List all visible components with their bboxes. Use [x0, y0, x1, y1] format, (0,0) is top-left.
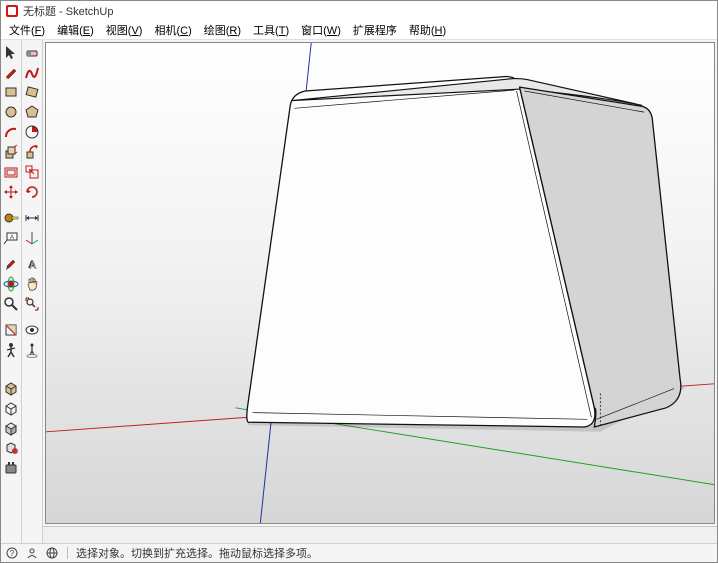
select-tool[interactable] — [2, 43, 20, 61]
extension-tool[interactable] — [2, 459, 20, 477]
menu-工具[interactable]: 工具(T) — [247, 21, 295, 39]
followme-tool[interactable] — [23, 143, 41, 161]
horizontal-scrollbar[interactable] — [43, 526, 717, 543]
position-tool[interactable] — [23, 341, 41, 359]
rotated-rect-tool[interactable] — [23, 83, 41, 101]
svg-text:?: ? — [10, 549, 15, 558]
svg-text:A: A — [10, 235, 14, 241]
status-divider — [67, 547, 68, 559]
text-tool[interactable]: A — [2, 229, 20, 247]
svg-text:A: A — [29, 260, 37, 272]
model-cube[interactable] — [247, 77, 681, 427]
axes-tool[interactable] — [23, 229, 41, 247]
menu-扩展程序[interactable]: 扩展程序 — [347, 21, 403, 39]
3dtext-tool[interactable]: AA — [23, 255, 41, 273]
eraser-tool[interactable] — [23, 43, 41, 61]
menu-文件[interactable]: 文件(F) — [3, 21, 51, 39]
menu-相机[interactable]: 相机(C) — [148, 21, 197, 39]
app-logo-icon — [5, 4, 19, 18]
help-icon[interactable]: ? — [5, 546, 19, 560]
iso-tool[interactable] — [2, 419, 20, 437]
section-tool[interactable] — [2, 321, 20, 339]
toolbar-left-1: A — [1, 40, 22, 543]
menu-视图[interactable]: 视图(V) — [100, 21, 149, 39]
circle-tool[interactable] — [2, 103, 20, 121]
status-bar: ? 选择对象。切换到扩充选择。拖动鼠标选择多项。 — [1, 543, 717, 562]
zoom-extents-tool[interactable] — [23, 295, 41, 313]
rectangle-tool[interactable] — [2, 83, 20, 101]
walk-tool[interactable] — [2, 341, 20, 359]
menu-编辑[interactable]: 编辑(E) — [51, 21, 100, 39]
geo-icon[interactable] — [45, 546, 59, 560]
freehand-tool[interactable] — [23, 63, 41, 81]
move-tool[interactable] — [2, 183, 20, 201]
pan-tool[interactable] — [23, 275, 41, 293]
tape-tool[interactable] — [2, 209, 20, 227]
title-bar: 无标题 - SketchUp — [1, 1, 717, 21]
window-title: 无标题 - SketchUp — [23, 3, 113, 19]
dimension-tool[interactable] — [23, 209, 41, 227]
orbit-tool[interactable] — [2, 275, 20, 293]
components-tool[interactable] — [2, 379, 20, 397]
polygon-tool[interactable] — [23, 103, 41, 121]
menu-bar: 文件(F)编辑(E)视图(V)相机(C)绘图(R)工具(T)窗口(W)扩展程序帮… — [1, 21, 717, 40]
person-icon[interactable] — [25, 546, 39, 560]
paint-tool[interactable] — [2, 255, 20, 273]
menu-窗口[interactable]: 窗口(W) — [295, 21, 347, 39]
zoom-tool[interactable] — [2, 295, 20, 313]
menu-帮助[interactable]: 帮助(H) — [403, 21, 452, 39]
look-tool[interactable] — [23, 321, 41, 339]
outliner-tool[interactable] — [2, 399, 20, 417]
pie-tool[interactable] — [23, 123, 41, 141]
status-hint: 选择对象。切换到扩充选择。拖动鼠标选择多项。 — [76, 545, 318, 561]
line-tool[interactable] — [2, 63, 20, 81]
solid-tool[interactable] — [2, 439, 20, 457]
rotate-tool[interactable] — [23, 183, 41, 201]
pushpull-tool[interactable] — [2, 143, 20, 161]
arc-tool[interactable] — [2, 123, 20, 141]
offset-tool[interactable] — [2, 163, 20, 181]
toolbar-left-2: AA — [22, 40, 43, 543]
3d-viewport[interactable] — [45, 42, 715, 524]
menu-绘图[interactable]: 绘图(R) — [198, 21, 247, 39]
scale-tool[interactable] — [23, 163, 41, 181]
